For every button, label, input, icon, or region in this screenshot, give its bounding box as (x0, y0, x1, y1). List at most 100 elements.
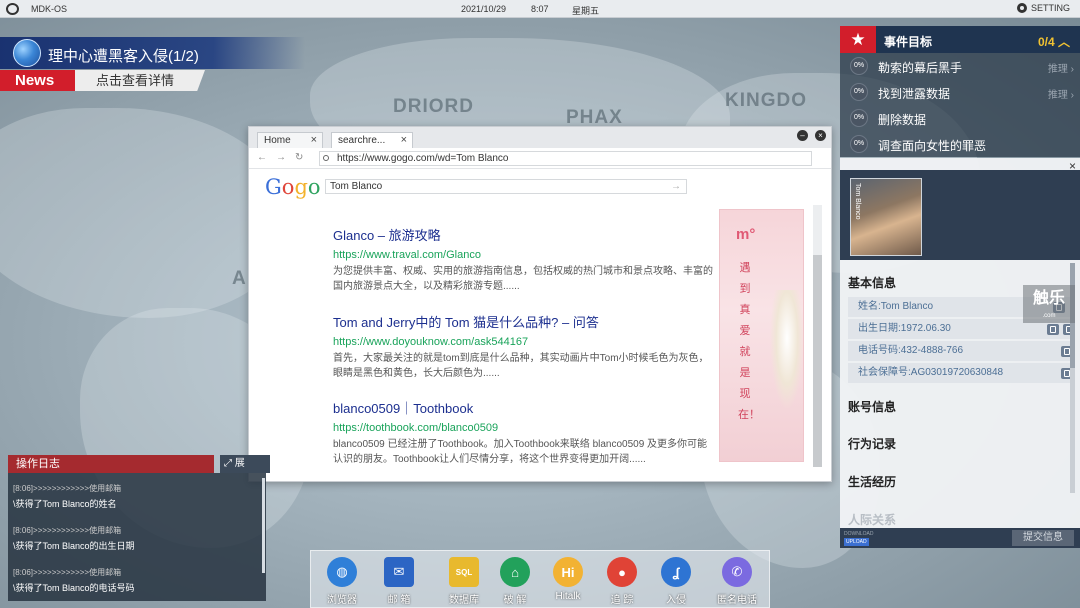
event-item-label: 调查面向女性的罪恶 (878, 139, 987, 153)
browser-scrollbar-thumb[interactable] (813, 255, 822, 467)
info-phone: 电话号码:432-4888-766 (848, 341, 1073, 361)
event-item-label: 勒索的幕后黑手 (878, 61, 963, 75)
map-label-a: A (232, 268, 247, 289)
os-logo-icon (6, 3, 19, 15)
event-objectives-panel: ★ 事件目标 0/4 ︿ 0% 勒索的幕后黑手 推理 › 0% 找到泄露数据 推… (840, 26, 1080, 157)
event-item[interactable]: 0% 删除数据 (840, 105, 1080, 131)
forward-arrow-icon[interactable]: → (276, 152, 286, 163)
search-result-title[interactable]: Tom and Jerry中的 Tom 猫是什么品种? – 问答 (333, 312, 713, 331)
section-account-info[interactable]: 账号信息 (848, 398, 896, 415)
reason-button[interactable]: 推理 › (1048, 86, 1074, 101)
news-details-link[interactable]: 点击查看详情 (75, 70, 205, 91)
crack-icon: ⌂ (500, 557, 530, 587)
globe-icon (13, 39, 41, 67)
search-result: blanco0509｜Toothbook https://toothbook.c… (333, 398, 713, 467)
expand-log-button[interactable]: ⤢ 展 (220, 455, 270, 473)
log-entry: [8:06]>>>>>>>>>>>>使用邮箱 \获得了Tom Blanco的出生… (13, 525, 253, 552)
search-icon (323, 155, 329, 161)
search-submit-icon[interactable]: → (671, 180, 681, 193)
browser-window: Home × searchre... × – × ← → ↻ https://w… (248, 126, 832, 482)
back-arrow-icon[interactable]: ← (257, 152, 267, 163)
dock-mail[interactable]: ✉ 邮 箱 (374, 557, 424, 606)
log-entry-timestamp: [8:06]>>>>>>>>>>>>使用邮箱 (13, 484, 122, 493)
avatar-name: Tom Blanco (854, 183, 861, 220)
dock-intrude[interactable]: ʆ 入侵 (651, 557, 701, 606)
section-basic-info[interactable]: 基本信息 (848, 274, 896, 291)
progress-badge: 0% (850, 83, 868, 101)
dock-anon-call[interactable]: ✆ 匿名电话 (712, 557, 762, 606)
search-result: Tom and Jerry中的 Tom 猫是什么品种? – 问答 https:/… (333, 312, 713, 381)
event-item[interactable]: 0% 调查面向女性的罪恶 (840, 131, 1080, 157)
close-tab-icon[interactable]: × (401, 134, 407, 146)
news-tag: News (0, 70, 75, 91)
browser-tab-strip: Home × searchre... × – × (249, 127, 831, 148)
dock-label: 浏览器 (327, 595, 357, 606)
tab-home[interactable]: Home × (257, 132, 323, 148)
address-bar[interactable]: https://www.gogo.com/wd=Tom Blanco (319, 151, 812, 166)
dock-browser[interactable]: ◍ 浏览器 (317, 557, 367, 606)
setting-label: SETTING (1031, 3, 1071, 13)
log-scrollbar[interactable] (262, 478, 265, 573)
search-result-description: 首先，大家最关注的就是tom到底是什么品种，其实动画片中Tom小时候毛色为灰色，… (333, 353, 709, 379)
expand-icon: ⤢ (224, 458, 232, 469)
close-tab-icon[interactable]: × (311, 134, 317, 146)
tab-search-results[interactable]: searchre... × (331, 132, 413, 148)
info-social-security: 社会保障号:AG03019720630848 (848, 363, 1073, 383)
os-name: MDK-OS (31, 4, 67, 14)
search-result-description: 为您提供丰富、权威、实用的旅游指南信息，包括权威的热门城市和景点攻略、丰富的国内… (333, 266, 713, 292)
dock-crack[interactable]: ⌂ 破 解 (490, 557, 540, 606)
event-item[interactable]: 0% 勒索的幕后黑手 推理 › (840, 53, 1080, 79)
mail-icon: ✉ (384, 557, 414, 587)
dock-label: 匿名电话 (717, 595, 757, 606)
search-result-url[interactable]: https://www.traval.com/Glanco (333, 249, 713, 261)
system-date: 2021/10/29 (461, 4, 507, 14)
profile-header: Tom Blanco (840, 170, 1080, 260)
event-objectives-header[interactable]: ★ 事件目标 0/4 ︿ (840, 26, 1080, 53)
map-label-kingdo: KINGDO (725, 90, 807, 111)
submit-info-button[interactable]: 提交信息 (1012, 530, 1074, 546)
reload-icon[interactable]: ↻ (295, 152, 303, 163)
dock-label: 入侵 (666, 595, 686, 606)
section-relations[interactable]: 人际关系 (848, 511, 896, 528)
ad-slogan: 遇到真爱就是现在！ (738, 262, 760, 421)
dock-database[interactable]: SQL 数据库 (439, 557, 489, 606)
progress-badge: 0% (850, 109, 868, 127)
chevron-up-icon: ︿ (1054, 35, 1070, 49)
section-life-experience[interactable]: 生活经历 (848, 473, 896, 490)
setting-button[interactable]: SETTING (1017, 3, 1070, 13)
browser-navigation-bar: ← → ↻ https://www.gogo.com/wd=Tom Blanco (249, 148, 831, 169)
log-entry-timestamp: [8:06]>>>>>>>>>>>>使用邮箱 (13, 568, 122, 577)
close-window-icon[interactable]: × (815, 130, 826, 141)
search-result-title[interactable]: blanco0509｜Toothbook (333, 398, 713, 417)
location-icon: ● (607, 557, 637, 587)
profile-footer: DOWNLOAD UPLOAD 提交信息 (840, 528, 1080, 548)
search-result-url[interactable]: https://www.doyouknow.com/ask544167 (333, 336, 713, 348)
dock-trace[interactable]: ● 追 踪 (597, 557, 647, 606)
flower-image (770, 290, 804, 410)
minimize-window-icon[interactable]: – (797, 130, 808, 141)
section-behavior-record[interactable]: 行为记录 (848, 435, 896, 452)
search-result-title[interactable]: Glanco – 旅游攻略 (333, 225, 713, 244)
target-profile-panel: × Tom Blanco 基本信息 姓名:Tom Blanco 出生日期:197… (840, 158, 1080, 548)
shield-icon[interactable] (1047, 324, 1059, 335)
phone-icon: ✆ (722, 557, 752, 587)
event-objectives-count: 0/4 ︿ (1037, 35, 1070, 49)
search-input[interactable]: Tom Blanco → (325, 179, 687, 194)
search-result-url[interactable]: https://toothbook.com/blanco0509 (333, 422, 713, 434)
hook-icon: ʆ (661, 557, 691, 587)
dock-label: 邮 箱 (387, 595, 411, 606)
dating-ad-banner[interactable]: m° 遇到真爱就是现在！ (719, 209, 804, 462)
event-item[interactable]: 0% 找到泄露数据 推理 › (840, 79, 1080, 105)
reason-button[interactable]: 推理 › (1048, 60, 1074, 75)
dock-hitalk[interactable]: Hi Hitalk (543, 557, 593, 602)
app-dock: ◍ 浏览器 ✉ 邮 箱 SQL 数据库 ⌂ 破 解 Hi Hitalk ● 追 … (310, 550, 770, 608)
log-entry: [8:06]>>>>>>>>>>>>使用邮箱 \获得了Tom Blanco的电话… (13, 567, 253, 594)
tab-label: Home (264, 135, 291, 146)
dock-label: Hitalk (555, 591, 581, 602)
log-entry: [8:06]>>>>>>>>>>>>使用邮箱 \获得了Tom Blanco的姓名 (13, 483, 253, 510)
watermark: 触乐 .com (1023, 285, 1075, 323)
operation-log-title: 操作日志 (8, 455, 214, 473)
browser-scrollbar[interactable] (813, 205, 822, 467)
gogo-logo: Gogo (265, 175, 321, 199)
hitalk-icon: Hi (553, 557, 583, 587)
